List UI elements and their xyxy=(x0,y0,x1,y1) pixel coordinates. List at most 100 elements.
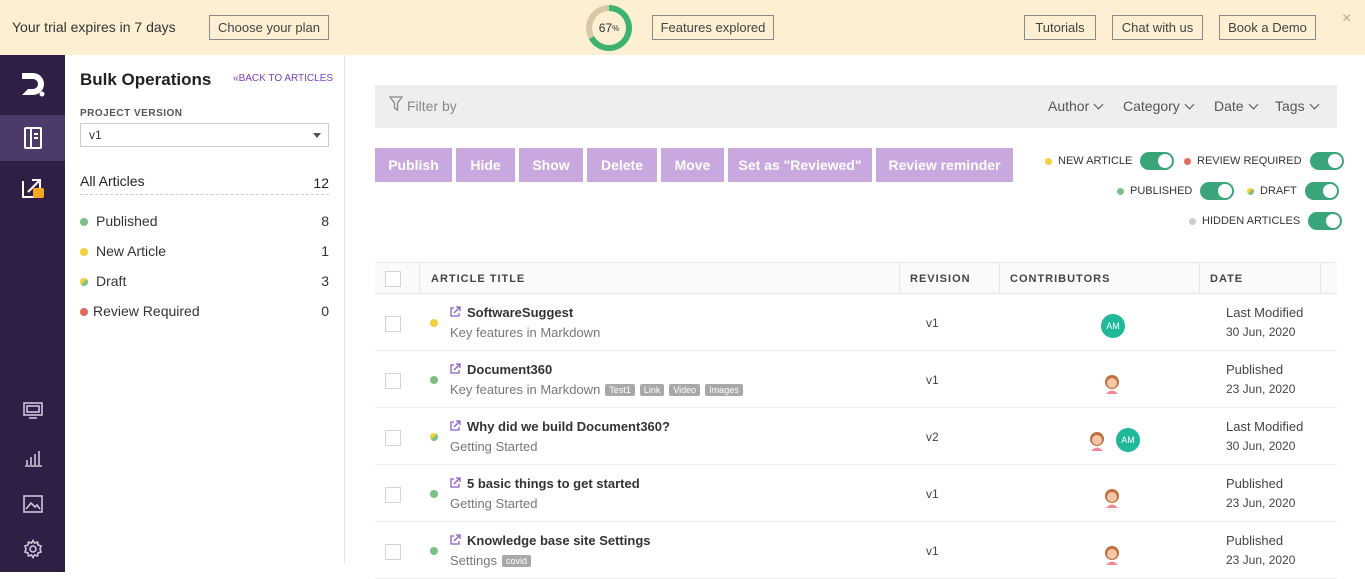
image-icon[interactable] xyxy=(0,481,65,527)
caret-down-icon xyxy=(313,133,321,138)
gear-icon[interactable] xyxy=(0,526,65,572)
table-row[interactable]: Document360 Key features in Markdown Tes… xyxy=(375,351,1337,408)
category-text: Getting Started xyxy=(450,496,538,511)
monitor-icon[interactable] xyxy=(0,388,65,434)
features-explored-button[interactable]: Features explored xyxy=(652,15,774,40)
stat-count: 8 xyxy=(321,213,329,229)
table-row[interactable]: Knowledge base site Settings Settings co… xyxy=(375,522,1337,579)
table-header: ARTICLE TITLE REVISION CONTRIBUTORS DATE xyxy=(375,262,1337,294)
table-row[interactable]: 5 basic things to get started Getting St… xyxy=(375,465,1337,522)
col-date[interactable]: DATE xyxy=(1210,273,1243,285)
author-label: Author xyxy=(1048,98,1090,114)
toggle-switch[interactable] xyxy=(1140,152,1175,170)
chat-button[interactable]: Chat with us xyxy=(1112,15,1203,40)
all-articles-count: 12 xyxy=(313,175,329,191)
category-text: Getting Started xyxy=(450,439,538,454)
article-title[interactable]: Why did we build Document360? xyxy=(467,419,670,434)
article-title[interactable]: Document360 xyxy=(467,362,552,377)
tags-dropdown[interactable]: Tags xyxy=(1275,98,1320,114)
chevron-down-icon xyxy=(1093,99,1104,110)
category-dropdown[interactable]: Category xyxy=(1123,98,1195,114)
toggle-hidden-articles[interactable]: HIDDEN ARTICLES xyxy=(1189,211,1343,231)
revision-value: v1 xyxy=(926,544,939,558)
delete-button[interactable]: Delete xyxy=(587,148,657,182)
documents-icon[interactable] xyxy=(0,115,65,161)
publish-button[interactable]: Publish xyxy=(375,148,452,182)
toggle-new-article[interactable]: NEW ARTICLE xyxy=(1045,151,1175,171)
external-link-icon[interactable] xyxy=(449,476,461,494)
toggle-label: HIDDEN ARTICLES xyxy=(1202,215,1301,227)
status-dot xyxy=(430,433,438,441)
external-link-icon[interactable] xyxy=(449,419,461,437)
tag-badge[interactable]: Images xyxy=(705,383,743,396)
set-reviewed-button[interactable]: Set as "Reviewed" xyxy=(728,148,872,182)
toggle-published[interactable]: PUBLISHED xyxy=(1117,181,1235,201)
author-dropdown[interactable]: Author xyxy=(1048,98,1104,114)
review-reminder-button[interactable]: Review reminder xyxy=(876,148,1013,182)
status-dot xyxy=(80,278,88,286)
tutorials-button[interactable]: Tutorials xyxy=(1024,15,1096,40)
col-contributors[interactable]: CONTRIBUTORS xyxy=(1010,273,1110,285)
select-all-checkbox[interactable] xyxy=(385,271,401,287)
chevron-down-icon xyxy=(1184,99,1195,110)
row-checkbox[interactable] xyxy=(385,430,401,446)
stat-new-article[interactable]: New Article 1 xyxy=(80,243,329,263)
row-checkbox[interactable] xyxy=(385,544,401,560)
article-title[interactable]: 5 basic things to get started xyxy=(467,476,640,491)
stat-count: 3 xyxy=(321,273,329,289)
toggle-knob xyxy=(1327,154,1342,168)
external-link-icon[interactable] xyxy=(449,305,461,323)
status-dot xyxy=(430,547,438,555)
row-checkbox[interactable] xyxy=(385,373,401,389)
contributor-avatar-icon xyxy=(1100,372,1124,396)
tag-badge[interactable]: Video xyxy=(669,383,701,396)
date-label: Published xyxy=(1226,362,1284,377)
external-link-icon[interactable] xyxy=(449,362,461,380)
choose-plan-button[interactable]: Choose your plan xyxy=(209,15,329,40)
close-icon[interactable]: × xyxy=(1342,10,1351,28)
stat-draft[interactable]: Draft 3 xyxy=(80,273,329,293)
hide-button[interactable]: Hide xyxy=(456,148,515,182)
row-checkbox[interactable] xyxy=(385,316,401,332)
chevron-down-icon xyxy=(1248,99,1259,110)
category-label: Category xyxy=(1123,98,1180,114)
date-value: 30 Jun, 2020 xyxy=(1226,325,1296,339)
analytics-icon[interactable] xyxy=(0,435,65,481)
toggle-review-required[interactable]: REVIEW REQUIRED xyxy=(1184,151,1344,171)
toggle-switch[interactable] xyxy=(1304,182,1339,200)
external-link-icon[interactable] xyxy=(449,533,461,551)
features-progress-ring: 67% xyxy=(586,5,632,51)
project-version-select[interactable]: v1 xyxy=(80,123,329,147)
article-title[interactable]: SoftwareSuggest xyxy=(467,305,573,320)
tag-badge[interactable]: Test1 xyxy=(605,383,635,396)
col-article-title[interactable]: ARTICLE TITLE xyxy=(431,273,525,285)
table-row[interactable]: SoftwareSuggest Key features in Markdown… xyxy=(375,294,1337,351)
toggle-switch[interactable] xyxy=(1309,152,1344,170)
toggle-draft[interactable]: DRAFT xyxy=(1247,181,1339,201)
external-locked-icon[interactable] xyxy=(0,165,65,211)
date-dropdown[interactable]: Date xyxy=(1214,98,1259,114)
all-articles-filter[interactable]: All Articles 12 xyxy=(80,173,329,195)
back-to-articles-link[interactable]: «BACK TO ARTICLES xyxy=(233,73,333,84)
logo-icon[interactable] xyxy=(0,61,65,107)
stat-count: 1 xyxy=(321,243,329,259)
show-button[interactable]: Show xyxy=(519,148,583,182)
tag-badge[interactable]: covid xyxy=(501,554,531,567)
tag-badge[interactable]: Link xyxy=(639,383,665,396)
table-row[interactable]: Why did we build Document360? Getting St… xyxy=(375,408,1337,465)
progress-number: 67 xyxy=(598,21,613,35)
column-divider xyxy=(899,263,900,294)
row-checkbox[interactable] xyxy=(385,487,401,503)
chevron-down-icon xyxy=(1309,99,1320,110)
move-button[interactable]: Move xyxy=(661,148,724,182)
book-demo-button[interactable]: Book a Demo xyxy=(1219,15,1316,40)
toggle-switch[interactable] xyxy=(1200,182,1235,200)
stat-review-required[interactable]: Review Required 0 xyxy=(80,303,329,323)
filter-input[interactable]: Filter by xyxy=(407,98,457,114)
toggle-knob xyxy=(1218,184,1233,198)
stat-published[interactable]: Published 8 xyxy=(80,213,329,233)
article-title[interactable]: Knowledge base site Settings xyxy=(467,533,651,548)
toggle-switch[interactable] xyxy=(1308,212,1343,230)
col-revision[interactable]: REVISION xyxy=(910,273,971,285)
progress-value: 67% xyxy=(592,11,626,45)
